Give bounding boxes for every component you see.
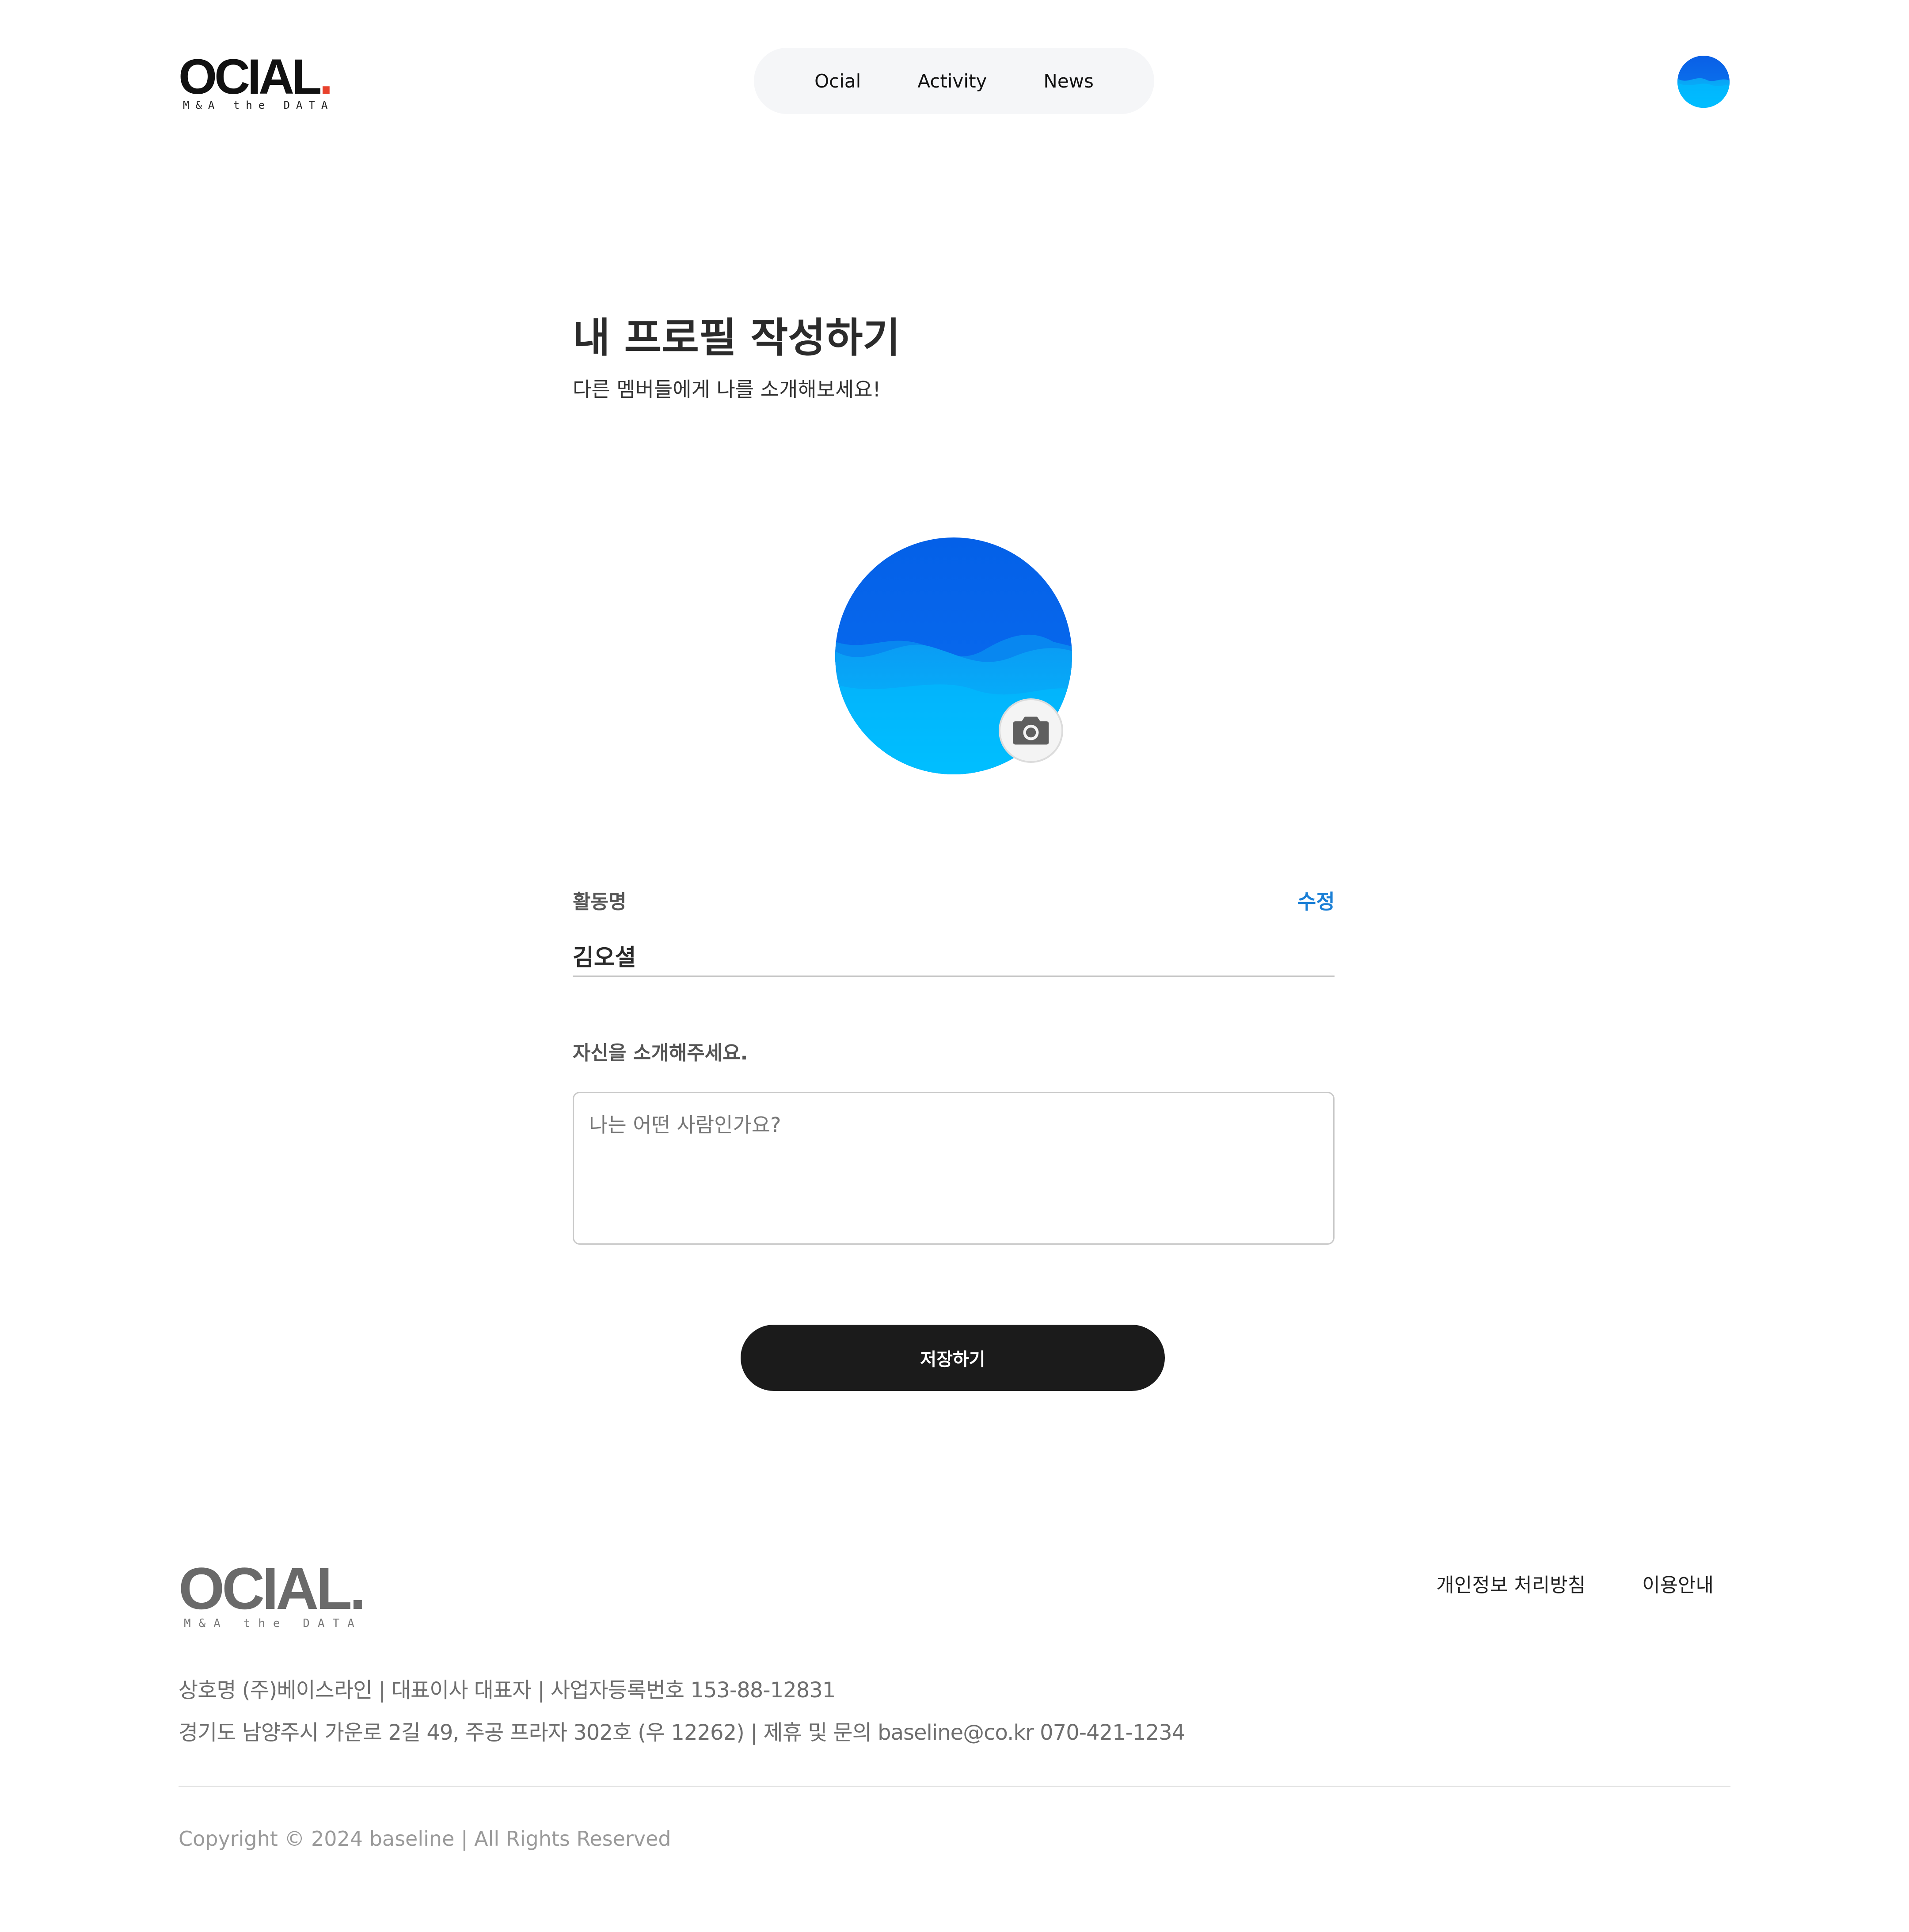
intro-textarea[interactable]: 나는 어떤 사람인가요?	[573, 1092, 1335, 1245]
main-nav: Ocial Activity News	[754, 48, 1154, 114]
nickname-value[interactable]: 김오셜	[573, 939, 636, 972]
footer-logo-wordmark: OCIAL.	[179, 1556, 366, 1622]
change-photo-button[interactable]	[999, 698, 1063, 763]
privacy-policy-link[interactable]: 개인정보 처리방침	[1436, 1569, 1586, 1597]
nav-item-news[interactable]: News	[1043, 70, 1094, 92]
nickname-underline	[573, 976, 1335, 977]
footer-logo-tagline: M&A the DATA	[184, 1617, 362, 1630]
nickname-label: 활동명	[573, 891, 627, 913]
footer-divider	[179, 1786, 1730, 1787]
edit-nickname-button[interactable]: 수정	[1297, 886, 1335, 915]
terms-link[interactable]: 이용안내	[1642, 1569, 1714, 1597]
camera-icon	[1013, 716, 1049, 745]
logo-wordmark: OCIAL.	[179, 49, 333, 104]
company-info-line1: 상호명 (주)베이스라인 | 대표이사 대표자 | 사업자등록번호 153-88…	[179, 1678, 836, 1703]
header-logo[interactable]: OCIAL. M&A the DATA	[179, 49, 334, 112]
nav-item-activity[interactable]: Activity	[917, 70, 987, 92]
nav-item-ocial[interactable]: Ocial	[814, 70, 861, 92]
intro-label: 자신을 소개해주세요.	[573, 1042, 748, 1064]
page-title: 내 프로필 작성하기	[573, 314, 901, 362]
save-button[interactable]: 저장하기	[741, 1325, 1165, 1391]
logo-tagline: M&A the DATA	[183, 99, 334, 111]
page-subtitle: 다른 멤버들에게 나를 소개해보세요!	[573, 377, 881, 401]
footer-logo[interactable]: OCIAL. M&A the DATA	[179, 1556, 366, 1631]
intro-placeholder: 나는 어떤 사람인가요?	[589, 1113, 781, 1137]
company-info-line2: 경기도 남양주시 가운로 2길 49, 주공 프라자 302호 (우 12262…	[179, 1720, 1185, 1745]
footer-links: 개인정보 처리방침 이용안내	[1436, 1569, 1714, 1597]
user-avatar[interactable]	[1677, 56, 1730, 108]
copyright: Copyright © 2024 baseline | All Rights R…	[179, 1827, 671, 1851]
wave-avatar-icon	[1677, 56, 1730, 108]
